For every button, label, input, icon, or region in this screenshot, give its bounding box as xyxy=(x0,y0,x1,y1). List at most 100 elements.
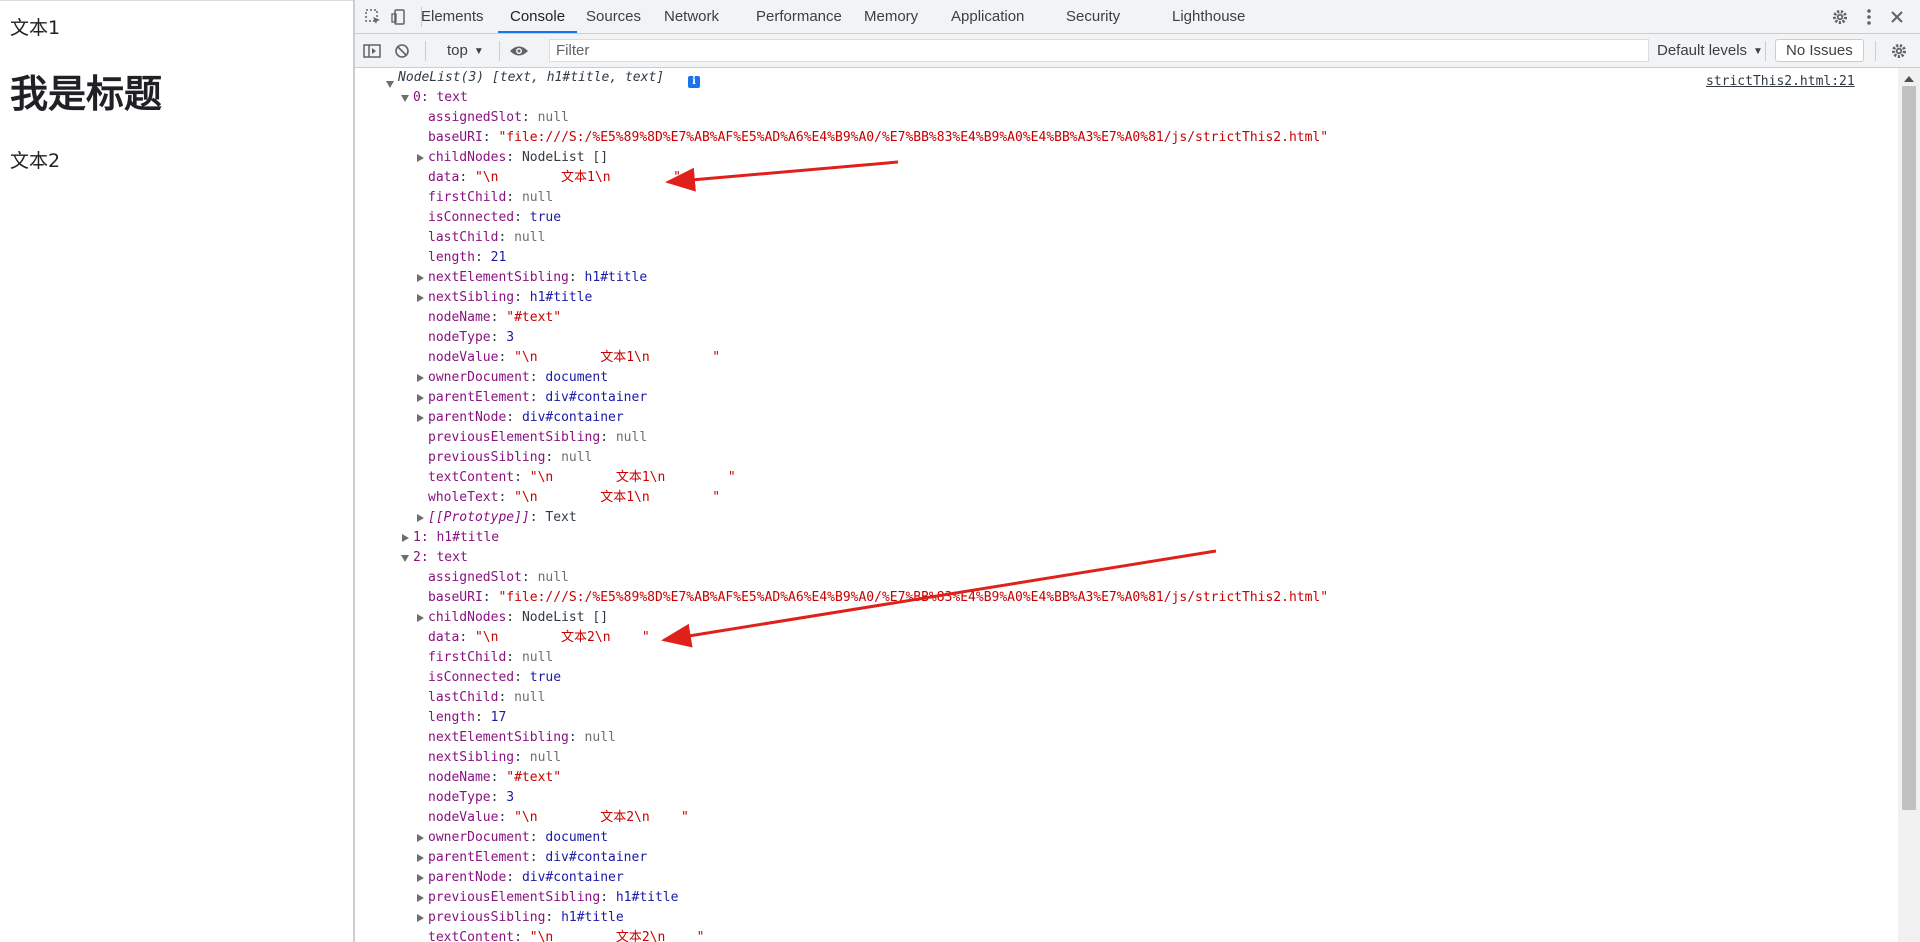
prop-value: "#text" xyxy=(506,770,562,785)
node-label: 0: text xyxy=(413,90,468,105)
prop-value: document xyxy=(545,370,609,385)
prop-key: previousSibling xyxy=(428,910,546,925)
console-filter-input[interactable] xyxy=(549,39,1649,62)
expand-property-toggle[interactable] xyxy=(417,374,424,382)
issues-button[interactable]: No Issues xyxy=(1775,39,1864,62)
expand-property-toggle[interactable] xyxy=(417,414,424,422)
tab-memory[interactable]: Memory xyxy=(852,0,930,33)
scrollbar-thumb[interactable] xyxy=(1902,86,1916,810)
prop-value: true xyxy=(529,670,562,685)
expand-node-2-toggle[interactable] xyxy=(401,555,409,562)
source-link[interactable]: strictThis2.html:21 xyxy=(1706,74,1855,89)
prop-key: length xyxy=(428,710,475,725)
prop-value: h1#title xyxy=(561,910,624,925)
property-row: assignedSlot: null xyxy=(428,110,569,125)
prop-key: parentElement xyxy=(428,850,530,865)
property-row[interactable]: childNodes: NodeList [] xyxy=(428,148,608,168)
device-toggle-icon[interactable] xyxy=(387,5,411,29)
expand-property-toggle[interactable] xyxy=(417,854,424,862)
page-preview: 文本1 我是标题 文本2 xyxy=(0,0,353,942)
devtools-panel: Elements Console Sources Network Performance… xyxy=(355,0,1920,942)
property-row[interactable]: previousElementSibling: h1#title xyxy=(428,888,678,908)
expand-property-toggle[interactable] xyxy=(417,914,424,922)
expand-nodelist-toggle[interactable] xyxy=(386,81,394,88)
prop-key: lastChild xyxy=(428,230,499,245)
prop-value: "file:///S:/%E5%89%8D%E7%AB%AF%E5%AD%A6%… xyxy=(498,130,1329,145)
tab-lighthouse[interactable]: Lighthouse xyxy=(1160,0,1257,33)
tab-console[interactable]: Console xyxy=(498,0,578,33)
log-levels-value: Default levels xyxy=(1657,42,1748,59)
property-row[interactable]: parentNode: div#container xyxy=(428,868,624,888)
nodelist-preview: [text, h1#title, text] xyxy=(491,70,665,85)
console-settings-icon[interactable] xyxy=(1887,39,1911,63)
expand-property-toggle[interactable] xyxy=(417,274,424,282)
tab-sources[interactable]: Sources xyxy=(574,0,653,33)
tab-elements[interactable]: Elements xyxy=(409,0,496,33)
tab-performance[interactable]: Performance xyxy=(744,0,854,33)
expand-node-0-toggle[interactable] xyxy=(401,95,409,102)
expand-property-toggle[interactable] xyxy=(417,394,424,402)
node-1-row[interactable]: 1: h1#title xyxy=(413,528,499,548)
property-row[interactable]: nextElementSibling: h1#title xyxy=(428,268,647,288)
nodelist-header[interactable]: NodeList(3) [text, h1#title, text] xyxy=(398,68,664,88)
node-2-row[interactable]: 2: text xyxy=(413,548,468,568)
close-icon[interactable] xyxy=(1885,5,1909,29)
clear-console-icon[interactable] xyxy=(390,39,414,63)
property-row[interactable]: ownerDocument: document xyxy=(428,828,608,848)
prop-key: nextElementSibling xyxy=(428,270,569,285)
more-menu-icon[interactable] xyxy=(1857,5,1881,29)
expand-property-toggle[interactable] xyxy=(417,294,424,302)
prop-key: textContent xyxy=(428,470,515,485)
expand-node-1-toggle[interactable] xyxy=(402,534,409,542)
property-row[interactable]: ownerDocument: document xyxy=(428,368,608,388)
prop-key: data xyxy=(428,170,460,185)
prop-key: nodeName xyxy=(428,770,491,785)
info-icon[interactable]: i xyxy=(688,76,700,88)
prop-key: nodeValue xyxy=(428,810,499,825)
property-row[interactable]: [[Prototype]]: Text xyxy=(428,508,577,528)
expand-property-toggle[interactable] xyxy=(417,614,424,622)
prop-value: null xyxy=(615,430,648,445)
property-row: previousSibling: null xyxy=(428,450,593,465)
context-value: top xyxy=(447,42,468,59)
property-row[interactable]: childNodes: NodeList [] xyxy=(428,608,608,628)
property-row: nodeType: 3 xyxy=(428,330,515,345)
inspect-icon[interactable] xyxy=(361,5,385,29)
prop-key: previousSibling xyxy=(428,450,546,465)
property-row[interactable]: previousSibling: h1#title xyxy=(428,908,624,928)
tab-network[interactable]: Network xyxy=(652,0,731,33)
scroll-up-arrow[interactable] xyxy=(1904,76,1914,82)
expand-property-toggle[interactable] xyxy=(417,894,424,902)
tab-security[interactable]: Security xyxy=(1054,0,1132,33)
property-row: wholeText: "\n 文本1\n " xyxy=(428,490,721,505)
prop-value: null xyxy=(521,650,554,665)
property-row[interactable]: nextSibling: h1#title xyxy=(428,288,592,308)
settings-icon[interactable] xyxy=(1828,5,1852,29)
expand-property-toggle[interactable] xyxy=(417,514,424,522)
prop-value: "\n 文本1\n " xyxy=(514,490,721,505)
page-text-2: 文本2 xyxy=(10,150,61,172)
log-levels-select[interactable]: Default levels ▼ xyxy=(1653,40,1767,62)
prop-key: nodeName xyxy=(428,310,491,325)
property-row[interactable]: parentElement: div#container xyxy=(428,388,647,408)
prop-value: null xyxy=(537,570,569,585)
prop-value: null xyxy=(521,190,554,205)
eye-icon[interactable] xyxy=(507,39,531,63)
property-row: previousElementSibling: null xyxy=(428,430,648,445)
expand-property-toggle[interactable] xyxy=(417,834,424,842)
prop-value: "\n 文本1\n " xyxy=(474,170,681,185)
property-row[interactable]: parentElement: div#container xyxy=(428,848,647,868)
prop-value: null xyxy=(561,450,593,465)
node-0-row[interactable]: 0: text xyxy=(413,88,468,108)
expand-property-toggle[interactable] xyxy=(417,154,424,162)
prop-value: h1#title xyxy=(615,890,679,905)
prop-value: true xyxy=(529,210,562,225)
expand-property-toggle[interactable] xyxy=(417,874,424,882)
prop-value: div#container xyxy=(545,850,648,865)
tab-application[interactable]: Application xyxy=(939,0,1036,33)
sidebar-toggle-icon[interactable] xyxy=(360,39,384,63)
context-select[interactable]: top ▼ xyxy=(443,40,488,62)
property-row: length: 21 xyxy=(428,250,507,265)
property-row[interactable]: parentNode: div#container xyxy=(428,408,624,428)
console-output: strictThis2.html:21 NodeList(3) [text, h… xyxy=(355,68,1898,942)
